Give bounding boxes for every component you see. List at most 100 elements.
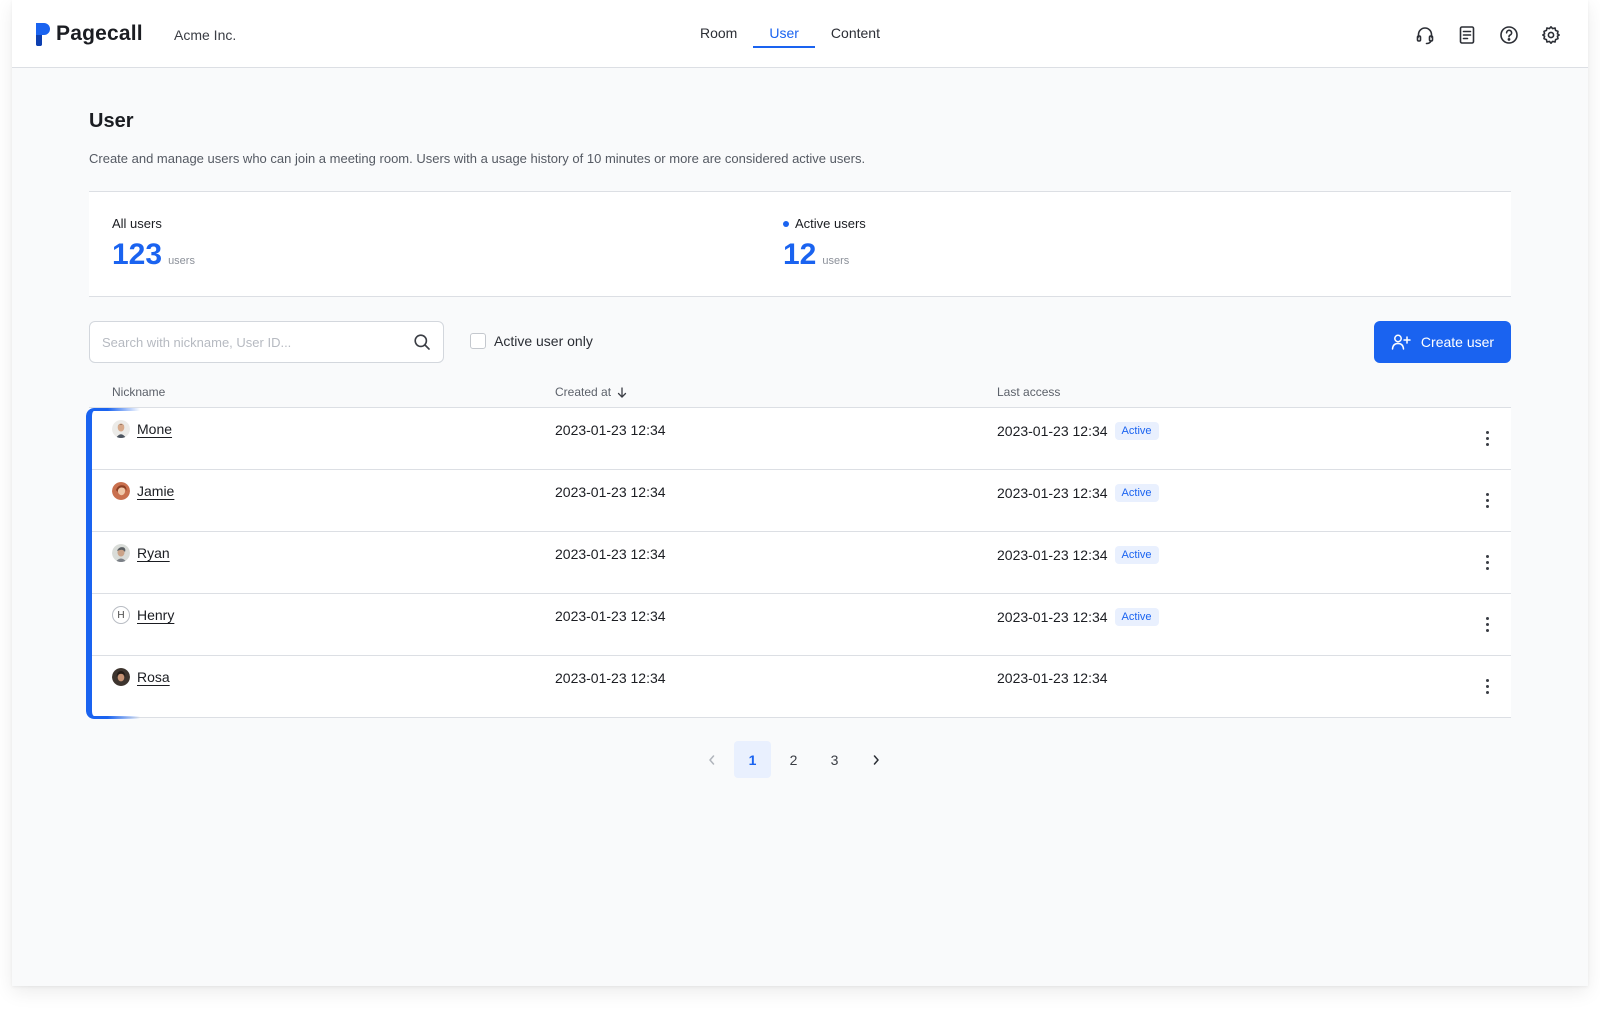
row-more-button[interactable] (1481, 614, 1493, 634)
nickname-link[interactable]: Henry (137, 607, 174, 623)
row-more-button[interactable] (1481, 490, 1493, 510)
created-at-cell: 2023-01-23 12:34 (555, 546, 666, 562)
tab-user[interactable]: User (753, 0, 815, 68)
row-more-button[interactable] (1481, 552, 1493, 572)
active-only-label: Active user only (494, 333, 593, 349)
last-access-cell: 2023-01-23 12:34 Active (997, 484, 1159, 502)
more-dot-icon (1485, 690, 1489, 694)
table-header: Nickname Created at Last access (89, 375, 1511, 408)
top-bar: Pagecall Acme Inc. Room User Content (12, 0, 1588, 68)
avatar-initial: H (112, 606, 130, 624)
users-table: Nickname Created at Last access Mone 202… (86, 375, 1511, 719)
stat-label-text: Active users (795, 216, 866, 231)
settings-button[interactable] (1540, 24, 1562, 46)
more-dot-icon (1485, 678, 1489, 682)
headset-icon (1416, 27, 1434, 45)
created-at-cell: 2023-01-23 12:34 (555, 484, 666, 500)
more-dot-icon (1485, 684, 1489, 688)
row-more-button[interactable] (1481, 428, 1493, 448)
table-row[interactable]: Jamie 2023-01-23 12:34 2023-01-23 12:34 … (89, 470, 1511, 532)
app-window: Pagecall Acme Inc. Room User Content Use… (12, 0, 1588, 986)
avatar-photo-icon (112, 668, 130, 686)
avatar (112, 668, 130, 686)
table-row[interactable]: Ryan 2023-01-23 12:34 2023-01-23 12:34 A… (89, 532, 1511, 594)
column-label: Last access (997, 385, 1061, 399)
last-access-text: 2023-01-23 12:34 (997, 609, 1108, 625)
stat-all-users-unit: users (168, 255, 195, 267)
last-access-cell: 2023-01-23 12:34 Active (997, 608, 1159, 626)
created-at-cell: 2023-01-23 12:34 (555, 422, 666, 438)
more-dot-icon (1485, 504, 1489, 508)
tab-room[interactable]: Room (684, 0, 753, 68)
search-input[interactable] (102, 322, 402, 362)
create-user-label: Create user (1420, 334, 1495, 350)
table-row[interactable]: H Henry 2023-01-23 12:34 2023-01-23 12:3… (89, 594, 1511, 656)
support-button[interactable] (1414, 24, 1436, 46)
avatar (112, 482, 130, 500)
active-dot-icon (783, 220, 789, 227)
more-dot-icon (1485, 442, 1489, 446)
chevron-right-icon (873, 754, 879, 765)
status-badge: Active (1114, 546, 1159, 564)
more-dot-icon (1485, 492, 1489, 496)
next-page-button[interactable] (857, 741, 894, 778)
active-only-filter[interactable]: Active user only (470, 333, 593, 349)
previous-page-button[interactable] (693, 741, 730, 778)
main-nav: Room User Content (684, 0, 896, 68)
nickname-cell: Jamie (112, 482, 174, 500)
page-1-button[interactable]: 1 (734, 741, 771, 778)
pagecall-logo-icon (36, 23, 50, 46)
column-header-created-at[interactable]: Created at (555, 385, 627, 399)
page-3-button[interactable]: 3 (816, 741, 853, 778)
sort-descending-icon (617, 386, 627, 398)
nickname-link[interactable]: Rosa (137, 669, 170, 685)
status-badge: Active (1114, 608, 1159, 626)
stat-active-users: Active users 12 users (783, 216, 866, 271)
avatar-photo-icon (112, 420, 130, 438)
create-user-button[interactable]: Create user (1374, 321, 1511, 363)
organization-name[interactable]: Acme Inc. (174, 27, 236, 43)
page-2-button[interactable]: 2 (775, 741, 812, 778)
stat-active-users-unit: users (822, 255, 850, 267)
gear-icon (1542, 26, 1560, 44)
table-row[interactable]: Rosa 2023-01-23 12:34 2023-01-23 12:34 (89, 656, 1511, 718)
nickname-link[interactable]: Jamie (137, 483, 174, 499)
avatar-photo-icon (112, 544, 130, 562)
nickname-link[interactable]: Mone (137, 421, 172, 437)
nickname-cell: Mone (112, 420, 172, 438)
docs-button[interactable] (1456, 24, 1478, 46)
table-row[interactable]: Mone 2023-01-23 12:34 2023-01-23 12:34 A… (89, 408, 1511, 470)
logo[interactable]: Pagecall (34, 22, 143, 46)
stat-active-users-value: 12 (783, 238, 817, 271)
column-header-last-access[interactable]: Last access (997, 385, 1060, 399)
more-dot-icon (1485, 430, 1489, 434)
nickname-link[interactable]: Ryan (137, 545, 170, 561)
stat-all-users: All users 123 users (112, 216, 195, 271)
help-button[interactable] (1498, 24, 1520, 46)
active-only-checkbox[interactable] (470, 333, 486, 349)
search-icon[interactable] (413, 333, 431, 351)
help-icon (1500, 26, 1518, 44)
status-badge: Active (1114, 422, 1159, 440)
more-dot-icon (1485, 622, 1489, 626)
created-at-cell: 2023-01-23 12:34 (555, 608, 666, 624)
status-badge: Active (1114, 484, 1159, 502)
row-more-button[interactable] (1481, 676, 1493, 696)
column-label: Created at (555, 385, 612, 399)
more-dot-icon (1485, 616, 1489, 620)
header-actions (1414, 24, 1562, 46)
page-title: User (89, 110, 134, 132)
more-dot-icon (1485, 566, 1489, 570)
last-access-cell: 2023-01-23 12:34 Active (997, 546, 1159, 564)
search-box (89, 321, 444, 363)
column-header-nickname[interactable]: Nickname (112, 385, 165, 399)
tab-content[interactable]: Content (815, 0, 896, 68)
more-dot-icon (1485, 436, 1489, 440)
column-label: Nickname (112, 385, 166, 399)
brand-name: Pagecall (56, 22, 143, 45)
add-user-icon (1391, 334, 1411, 350)
chevron-left-icon (708, 754, 714, 765)
stat-active-users-label: Active users (783, 216, 866, 231)
pagination: 1 2 3 (693, 741, 894, 778)
stat-label-text: All users (112, 216, 162, 231)
